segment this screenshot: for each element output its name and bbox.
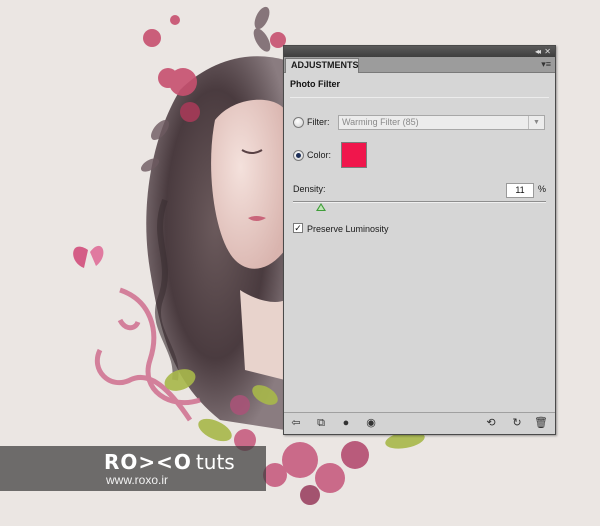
filter-label: Filter: bbox=[307, 117, 330, 127]
butterfly bbox=[73, 245, 104, 268]
density-input[interactable]: 11 bbox=[506, 183, 534, 198]
watermark-tuts-text: tuts bbox=[195, 450, 235, 474]
title-divider bbox=[290, 97, 549, 98]
preserve-luminosity-label: Preserve Luminosity bbox=[307, 224, 389, 234]
density-unit: % bbox=[538, 184, 547, 194]
close-icon[interactable]: ✕ bbox=[544, 46, 551, 57]
density-slider-track[interactable] bbox=[293, 201, 546, 203]
density-slider-thumb[interactable] bbox=[315, 203, 326, 211]
color-label: Color: bbox=[307, 150, 332, 160]
trash-icon[interactable]: 🗑 bbox=[534, 417, 548, 430]
reset-icon[interactable]: ↻ bbox=[510, 417, 524, 430]
preserve-luminosity-checkbox[interactable]: ✓ bbox=[293, 223, 303, 233]
panel-title-bar[interactable]: ◂◂ ✕ bbox=[284, 46, 555, 57]
filter-radio[interactable] bbox=[293, 117, 304, 128]
visibility-eye-icon[interactable]: ◉ bbox=[364, 417, 378, 430]
color-radio[interactable] bbox=[293, 150, 304, 161]
filter-dropdown-value: Warming Filter (85) bbox=[342, 117, 419, 127]
tab-adjustments[interactable]: ADJUSTMENTS bbox=[285, 58, 359, 73]
filter-dropdown[interactable]: Warming Filter (85) ▼ bbox=[338, 115, 545, 130]
watermark-logo-text: RO><O bbox=[104, 450, 192, 474]
back-arrow-icon[interactable]: ⇦ bbox=[289, 417, 303, 430]
chevron-down-icon[interactable]: ▼ bbox=[528, 116, 544, 129]
shoulder bbox=[240, 290, 285, 380]
panel-tabstrip: ADJUSTMENTS ▾≡ bbox=[284, 57, 555, 73]
watermark-logo: RO><O tuts bbox=[104, 450, 235, 474]
collapse-panel-icon[interactable]: ◂◂ bbox=[535, 46, 541, 57]
watermark-url: www.roxo.ir bbox=[106, 473, 169, 487]
clip-to-layer-icon[interactable]: ● bbox=[339, 417, 353, 430]
panel-bottom-toolbar: ⇦ ⧉ ● ◉ ⟲ ↻ 🗑 bbox=[284, 412, 555, 434]
density-label: Density: bbox=[293, 184, 326, 194]
color-swatch[interactable] bbox=[341, 142, 367, 168]
adjustment-title: Photo Filter bbox=[290, 79, 340, 89]
watermark-banner: RO><O tuts www.roxo.ir bbox=[0, 446, 266, 491]
panel-menu-icon[interactable]: ▾≡ bbox=[541, 59, 551, 70]
expanded-view-icon[interactable]: ⧉ bbox=[314, 417, 328, 430]
adjustments-panel: ◂◂ ✕ ADJUSTMENTS ▾≡ Photo Filter Filter:… bbox=[283, 45, 556, 435]
view-previous-state-icon[interactable]: ⟲ bbox=[484, 417, 498, 430]
